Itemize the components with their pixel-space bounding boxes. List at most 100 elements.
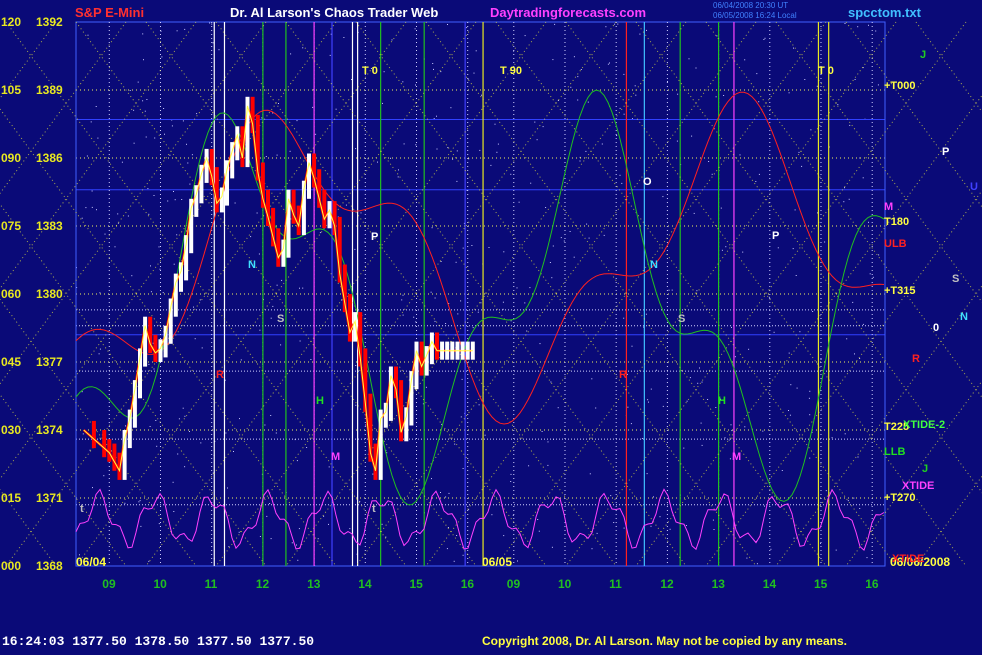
price-bar — [112, 443, 117, 471]
star-dot — [161, 56, 163, 58]
star-dot — [189, 431, 190, 432]
star-dot — [189, 183, 191, 185]
star-dot — [312, 106, 314, 108]
star-dot — [595, 407, 597, 409]
x-tick-label: 11 — [205, 577, 218, 591]
star-dot — [91, 206, 93, 208]
star-dot — [720, 207, 722, 209]
star-dot — [788, 92, 790, 94]
star-dot — [281, 279, 283, 281]
star-dot — [538, 530, 540, 532]
star-dot — [731, 326, 732, 328]
y-left-label: 105 — [1, 83, 21, 97]
star-dot — [436, 148, 438, 150]
star-dot — [671, 289, 673, 291]
star-dot — [605, 26, 607, 28]
star-dot — [117, 222, 119, 224]
star-dot — [526, 330, 528, 332]
star-dot — [563, 240, 565, 242]
star-dot — [211, 23, 213, 25]
star-dot — [199, 299, 201, 301]
right-label: ULB — [884, 238, 907, 250]
star-dot — [696, 290, 698, 292]
star-dot — [360, 212, 362, 214]
star-dot — [125, 425, 126, 427]
star-dot — [381, 523, 383, 525]
star-dot — [95, 106, 97, 107]
star-dot — [462, 247, 464, 249]
y-left-label: 120 — [1, 15, 21, 29]
star-dot — [723, 95, 725, 96]
star-dot — [158, 523, 160, 525]
star-dot — [446, 548, 448, 550]
y-right-label: 1386 — [36, 151, 63, 165]
star-dot — [187, 162, 189, 164]
star-dot — [763, 39, 765, 40]
star-dot — [626, 373, 628, 375]
star-dot — [159, 268, 161, 270]
star-dot — [218, 49, 220, 51]
star-dot — [529, 287, 531, 289]
star-dot — [328, 523, 329, 525]
star-dot — [96, 209, 97, 211]
star-dot — [878, 254, 880, 256]
site-title: Dr. Al Larson's Chaos Trader Web — [230, 5, 438, 20]
star-dot — [497, 143, 499, 145]
star-dot — [614, 23, 616, 25]
star-dot — [707, 399, 709, 400]
star-dot — [447, 24, 448, 25]
star-dot — [862, 323, 864, 325]
star-dot — [641, 438, 643, 439]
right-label: XTIDE — [902, 480, 934, 492]
star-dot — [296, 460, 298, 462]
star-dot — [768, 296, 770, 298]
star-dot — [103, 475, 105, 477]
star-dot — [176, 30, 178, 32]
star-dot — [264, 424, 266, 426]
star-dot — [668, 289, 670, 291]
y-right-label: 1392 — [36, 15, 63, 29]
star-dot — [609, 62, 610, 64]
star-dot — [431, 478, 432, 480]
star-dot — [573, 256, 575, 258]
star-dot — [481, 94, 482, 96]
star-dot — [530, 182, 532, 184]
y-right-label: 1383 — [36, 219, 63, 233]
star-dot — [541, 431, 543, 432]
star-dot — [149, 426, 151, 427]
star-dot — [857, 26, 859, 28]
star-dot — [610, 495, 612, 497]
price-bar — [260, 162, 265, 208]
star-dot — [859, 508, 861, 509]
star-dot — [259, 536, 261, 537]
chaos-trader-chart: T 0 T 90 T 0 N N S S O P M M H H R R Pt t S&P E-Mini Dr.… — [0, 0, 982, 650]
price-bar — [281, 239, 286, 267]
star-dot — [142, 33, 144, 35]
star-dot — [825, 490, 827, 492]
star-dot — [191, 154, 193, 156]
star-dot — [550, 381, 552, 383]
star-dot — [734, 356, 736, 358]
star-dot — [524, 35, 526, 37]
right-label: XTIDE — [892, 553, 924, 565]
y-right-label: 1371 — [36, 491, 63, 505]
star-dot — [853, 497, 855, 499]
star-dot — [711, 173, 713, 175]
star-dot — [591, 378, 593, 380]
star-dot — [456, 535, 458, 536]
star-dot — [758, 173, 760, 175]
star-dot — [603, 234, 605, 236]
price-bar — [419, 341, 424, 376]
star-dot — [677, 93, 679, 95]
star-dot — [794, 209, 796, 211]
star-dot — [440, 71, 442, 73]
star-dot — [355, 148, 357, 150]
star-dot — [148, 363, 150, 365]
price-bar — [163, 325, 168, 358]
star-dot — [227, 487, 228, 489]
star-dot — [131, 275, 133, 277]
star-dot — [579, 160, 581, 162]
star-dot — [258, 253, 260, 255]
star-dot — [773, 331, 775, 333]
right-label: N — [960, 311, 968, 323]
